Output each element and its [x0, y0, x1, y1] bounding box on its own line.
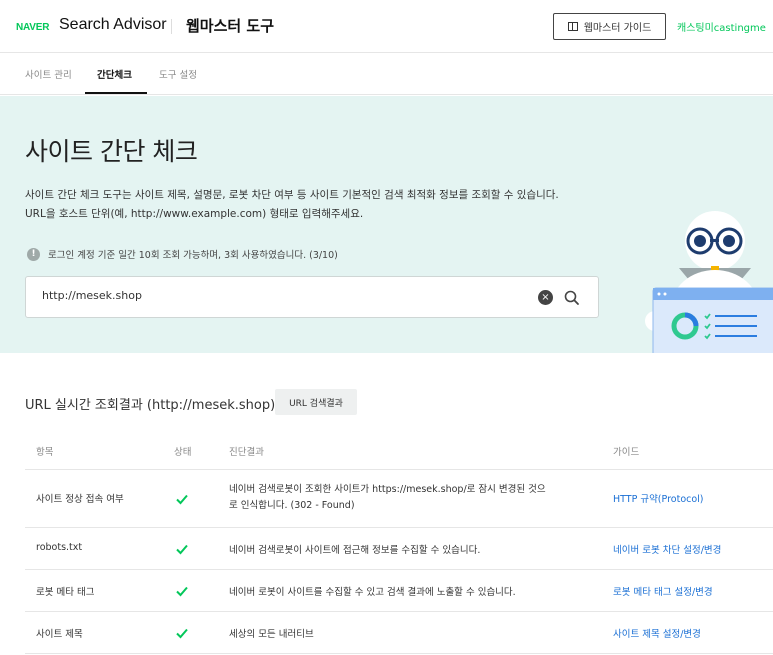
row-guide-link[interactable]: 사이트 제목 설정/변경 — [613, 626, 701, 640]
tab-site-management[interactable]: 사이트 관리 — [25, 67, 72, 81]
search-icon[interactable] — [563, 289, 581, 307]
check-icon — [176, 494, 188, 505]
url-search-input[interactable] — [42, 289, 522, 302]
page-title: 사이트 간단 체크 — [25, 137, 198, 166]
column-status: 상태 — [174, 447, 192, 458]
book-icon — [567, 22, 578, 31]
row-result: 네이버 검색로봇이 사이트에 접근해 정보를 수집할 수 있습니다. — [229, 545, 481, 556]
tab-tool-settings[interactable]: 도구 설정 — [159, 67, 197, 81]
search-advisor-brand[interactable]: Search Advisor — [59, 16, 167, 34]
column-guide: 가이드 — [613, 447, 640, 458]
table-row: robots.txt 네이버 검색로봇이 사이트에 접근해 정보를 수집할 수 … — [25, 528, 773, 570]
check-icon — [176, 628, 188, 639]
table-header: 항목 상태 진단결과 가이드 — [25, 430, 773, 470]
row-result: 네이버 검색로봇이 조회한 사이트가 https://mesek.shop/로 … — [229, 482, 546, 514]
row-result-line-2: 로 인식합니다. (302 - Found) — [229, 500, 355, 511]
row-result: 세상의 모든 내러티브 — [229, 629, 314, 640]
diagnosis-table: 항목 상태 진단결과 가이드 사이트 정상 접속 여부 네이버 검색로봇이 조회… — [25, 430, 773, 654]
check-icon — [176, 586, 188, 597]
product-title[interactable]: 웹마스터 도구 — [186, 15, 274, 36]
url-search-box: × — [25, 276, 599, 318]
description-line-1: 사이트 간단 체크 도구는 사이트 제목, 설명문, 로봇 차단 여부 등 사이… — [25, 189, 559, 201]
usage-notice: ! 로그인 계정 기준 일간 10회 조회 가능하며, 3회 사용하였습니다. … — [27, 247, 338, 261]
row-result: 네이버 로봇이 사이트를 수집할 수 있고 검색 결과에 노출할 수 있습니다. — [229, 587, 516, 598]
description-line-2: URL을 호스트 단위(예, http://www.example.com) 형… — [25, 208, 364, 220]
row-guide-link[interactable]: 네이버 로봇 차단 설정/변경 — [613, 542, 721, 556]
row-guide-link[interactable]: HTTP 규약(Protocol) — [613, 491, 704, 505]
top-header: NAVER Search Advisor 웹마스터 도구 웹마스터 가이드 캐스… — [0, 0, 773, 53]
url-search-result-button[interactable]: URL 검색결과 — [275, 389, 357, 415]
result-title: URL 실시간 조회결과 (http://mesek.shop) — [25, 398, 276, 413]
hero-description: 사이트 간단 체크 도구는 사이트 제목, 설명문, 로봇 차단 여부 등 사이… — [25, 186, 559, 224]
hero-section: 사이트 간단 체크 사이트 간단 체크 도구는 사이트 제목, 설명문, 로봇 … — [0, 96, 773, 353]
webmaster-guide-label: 웹마스터 가이드 — [583, 23, 652, 34]
webmaster-guide-button[interactable]: 웹마스터 가이드 — [553, 13, 666, 40]
info-icon: ! — [27, 247, 40, 261]
row-guide-link[interactable]: 로봇 메타 태그 설정/변경 — [613, 584, 713, 598]
row-item: 로봇 메타 태그 — [36, 587, 95, 598]
check-icon — [176, 544, 188, 555]
column-result: 진단결과 — [229, 447, 264, 458]
naver-logo[interactable]: NAVER — [16, 22, 49, 33]
table-row: 로봇 메타 태그 네이버 로봇이 사이트를 수집할 수 있고 검색 결과에 노출… — [25, 570, 773, 612]
user-account-link[interactable]: 캐스팅미castingme — [677, 19, 766, 34]
column-item: 항목 — [36, 447, 54, 458]
tab-simple-check[interactable]: 간단체크 — [97, 67, 132, 81]
row-item: 사이트 제목 — [36, 629, 83, 640]
main-tabs: 사이트 관리 간단체크 도구 설정 — [0, 53, 773, 95]
table-row: 사이트 제목 세상의 모든 내러티브 사이트 제목 설정/변경 — [25, 612, 773, 654]
row-item: robots.txt — [36, 542, 83, 553]
clear-input-icon[interactable]: × — [538, 290, 553, 305]
robot-illustration — [645, 211, 773, 353]
row-result-line-1: 네이버 검색로봇이 조회한 사이트가 https://mesek.shop/로 … — [229, 484, 546, 495]
header-divider — [171, 19, 172, 34]
row-item: 사이트 정상 접속 여부 — [36, 494, 124, 505]
active-tab-indicator — [85, 92, 147, 94]
table-row: 사이트 정상 접속 여부 네이버 검색로봇이 조회한 사이트가 https://… — [25, 470, 773, 528]
usage-notice-text: 로그인 계정 기준 일간 10회 조회 가능하며, 3회 사용하였습니다. (3… — [48, 250, 338, 261]
